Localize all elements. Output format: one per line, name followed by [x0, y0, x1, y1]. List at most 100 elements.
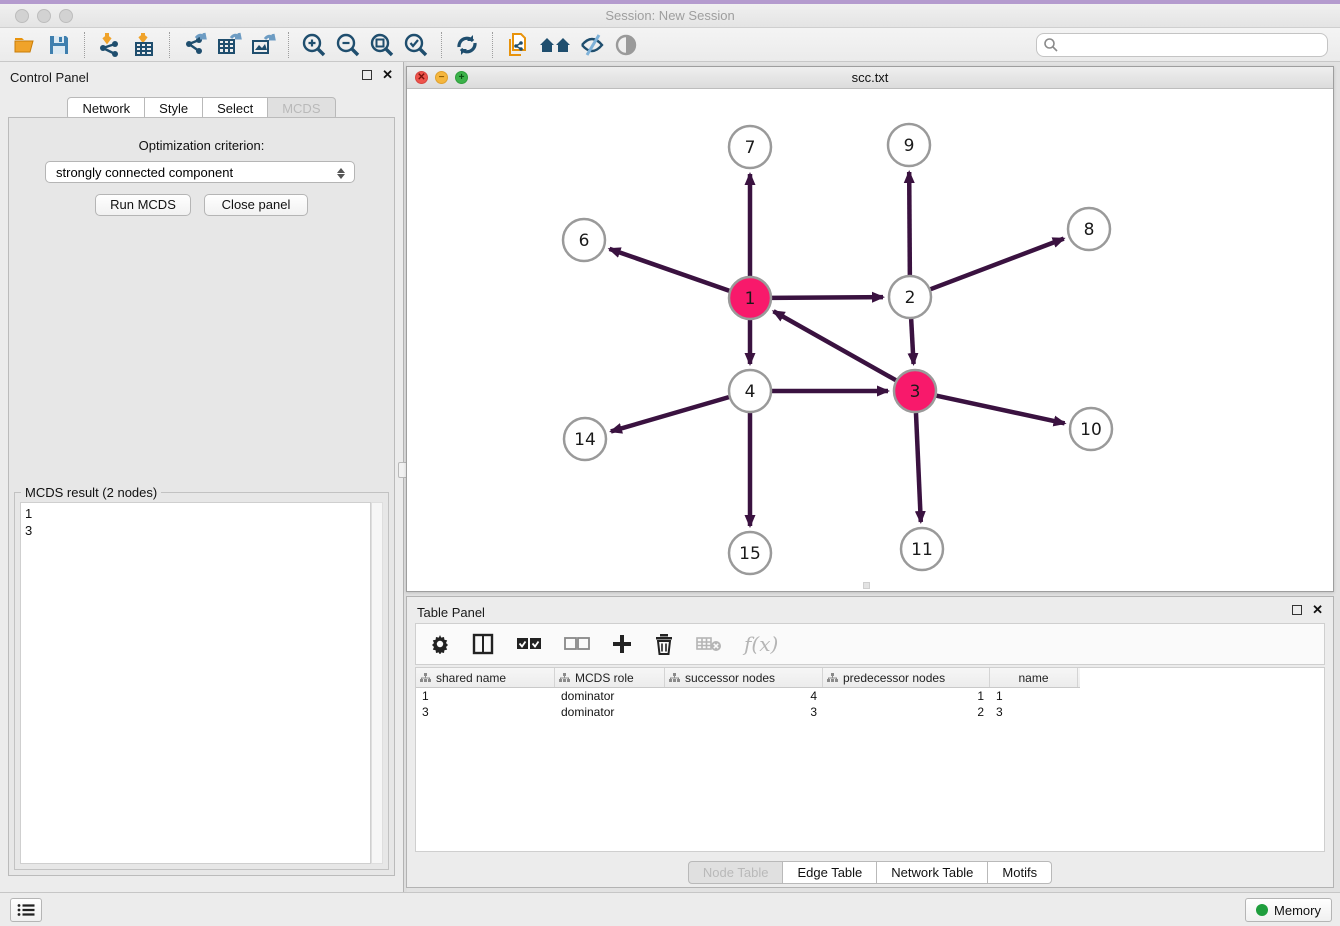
edge-3-11[interactable] [916, 413, 921, 522]
node-label-6: 6 [579, 231, 590, 251]
network-canvas[interactable]: 7968124314101511 [407, 89, 1333, 591]
delete-table-icon[interactable] [696, 635, 722, 653]
titlebar: Session: New Session [0, 4, 1340, 28]
edge-3-1[interactable] [774, 311, 896, 380]
zoom-fit-icon[interactable] [365, 30, 399, 60]
edge-3-10[interactable] [937, 396, 1065, 424]
tab-network-table[interactable]: Network Table [877, 861, 988, 884]
edge-2-9[interactable] [909, 172, 910, 275]
edge-4-14[interactable] [611, 397, 729, 431]
column-header-MCDS-role[interactable]: MCDS role [555, 668, 665, 687]
zoom-out-icon[interactable] [331, 30, 365, 60]
close-panel-icon[interactable]: ✕ [382, 70, 393, 80]
statusbar: Memory [0, 892, 1340, 926]
float-table-panel-icon[interactable] [1292, 605, 1302, 615]
table-cell: 3 [990, 704, 1078, 720]
hide-selected-icon[interactable] [575, 30, 609, 60]
mcds-result-group: MCDS result (2 nodes) 1 3 [14, 492, 389, 870]
import-table-icon[interactable] [127, 30, 161, 60]
zoom-selected-icon[interactable] [399, 30, 433, 60]
add-column-icon[interactable] [612, 634, 632, 654]
tree-icon [559, 673, 570, 683]
edge-2-8[interactable] [931, 239, 1064, 290]
deselect-all-icon[interactable] [564, 637, 590, 651]
mcds-result-text[interactable]: 1 3 [20, 502, 371, 864]
tree-icon [669, 673, 680, 683]
node-label-2: 2 [905, 288, 916, 308]
close-panel-button[interactable]: Close panel [204, 194, 308, 216]
edge-1-6[interactable] [609, 249, 729, 291]
node-label-10: 10 [1080, 420, 1102, 440]
node-label-1: 1 [745, 289, 756, 309]
tab-edge-table[interactable]: Edge Table [783, 861, 877, 884]
node-label-3: 3 [910, 382, 921, 402]
split-columns-icon[interactable] [472, 633, 494, 655]
node-label-9: 9 [904, 136, 915, 156]
tab-node-table[interactable]: Node Table [688, 861, 784, 884]
memory-button[interactable]: Memory [1245, 898, 1332, 922]
tree-icon [827, 673, 838, 683]
export-network-icon[interactable] [178, 30, 212, 60]
search-icon [1043, 37, 1059, 53]
apply-layout-icon[interactable] [450, 30, 484, 60]
table-cell: dominator [555, 704, 665, 720]
open-file-icon[interactable] [8, 30, 42, 60]
table-cell: 1 [990, 688, 1078, 704]
network-window-titlebar[interactable]: ✕ − + scc.txt [407, 67, 1333, 89]
save-session-icon[interactable] [42, 30, 76, 60]
node-table[interactable]: shared nameMCDS rolesuccessor nodesprede… [415, 667, 1325, 852]
tab-motifs[interactable]: Motifs [988, 861, 1052, 884]
table-body: 1dominator4113dominator323 [416, 688, 1324, 720]
close-table-panel-icon[interactable]: ✕ [1312, 605, 1323, 615]
column-header-name[interactable]: name [990, 668, 1078, 687]
task-history-button[interactable] [10, 898, 42, 922]
select-stepper-icon [336, 165, 346, 181]
run-mcds-button[interactable]: Run MCDS [95, 194, 191, 216]
gear-icon[interactable] [430, 634, 450, 654]
export-image-icon[interactable] [246, 30, 280, 60]
result-scrollbar[interactable] [371, 502, 383, 864]
memory-status-icon [1256, 904, 1268, 916]
node-label-8: 8 [1084, 220, 1095, 240]
table-cell: 2 [823, 704, 990, 720]
toolbar-separator [169, 32, 170, 58]
column-header-shared-name[interactable]: shared name [416, 668, 555, 687]
toolbar-separator [441, 32, 442, 58]
optimization-select-value: strongly connected component [56, 165, 233, 180]
table-row[interactable]: 1dominator411 [416, 688, 1324, 704]
table-panel: Table Panel ✕ f(x) shared nameMCDS roles… [406, 596, 1334, 888]
optimization-select[interactable]: strongly connected component [45, 161, 355, 183]
export-table-icon[interactable] [212, 30, 246, 60]
node-label-11: 11 [911, 540, 933, 560]
column-header-predecessor-nodes[interactable]: predecessor nodes [823, 668, 990, 687]
first-neighbors-icon[interactable] [535, 30, 575, 60]
view-resize-handle[interactable] [863, 582, 870, 589]
import-network-icon[interactable] [93, 30, 127, 60]
network-graph[interactable]: 7968124314101511 [407, 89, 1333, 591]
edge-2-3[interactable] [911, 319, 913, 364]
copy-network-icon[interactable] [501, 30, 535, 60]
birdseye-view-icon[interactable] [609, 30, 643, 60]
float-panel-icon[interactable] [362, 70, 372, 80]
node-label-4: 4 [745, 382, 756, 402]
select-all-icon[interactable] [516, 637, 542, 651]
node-label-7: 7 [745, 138, 756, 158]
table-toolbar: f(x) [415, 623, 1325, 665]
memory-label: Memory [1274, 903, 1321, 918]
toolbar-separator [288, 32, 289, 58]
search-input[interactable] [1059, 35, 1327, 55]
table-cell: 4 [665, 688, 823, 704]
edge-1-2[interactable] [772, 297, 883, 298]
node-label-14: 14 [574, 430, 596, 450]
zoom-in-icon[interactable] [297, 30, 331, 60]
control-panel: Control Panel ✕ NetworkStyleSelectMCDS O… [0, 62, 403, 892]
function-builder-icon[interactable]: f(x) [744, 632, 778, 656]
column-header-successor-nodes[interactable]: successor nodes [665, 668, 823, 687]
table-cell: 3 [416, 704, 555, 720]
table-row[interactable]: 3dominator323 [416, 704, 1324, 720]
optimization-label: Optimization criterion: [9, 138, 394, 153]
mcds-result-title: MCDS result (2 nodes) [21, 485, 161, 500]
delete-column-icon[interactable] [654, 633, 674, 655]
table-panel-title: Table Panel [417, 605, 485, 620]
main-toolbar [0, 28, 1340, 62]
